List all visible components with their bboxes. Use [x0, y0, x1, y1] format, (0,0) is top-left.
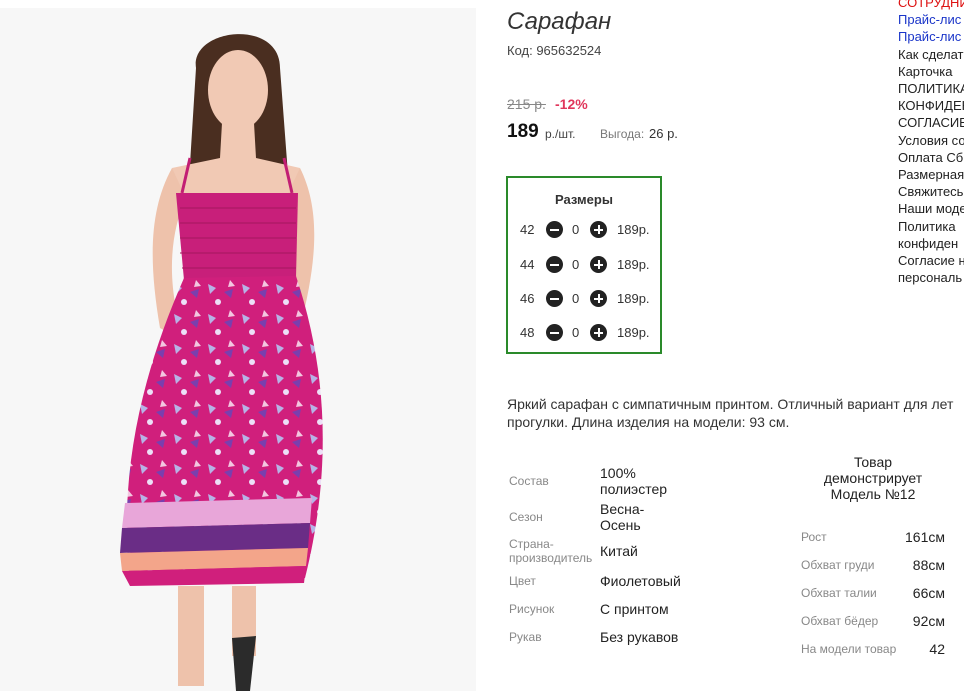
model-param-label: Обхват талии	[801, 586, 877, 600]
size-price: 189р.	[617, 257, 650, 272]
size-label: 48	[520, 325, 535, 340]
size-label: 44	[520, 257, 535, 272]
model-title-line: Модель №12	[830, 486, 916, 502]
attr-value-composition: 100% полиэстер	[600, 465, 667, 497]
size-row-46: 46 0 189р.	[518, 289, 658, 309]
sidebar-link[interactable]: Размерная	[898, 166, 964, 183]
benefit-value: 26 р.	[649, 126, 678, 141]
attr-value-line: 100%	[600, 465, 636, 481]
size-label: 46	[520, 291, 535, 306]
plus-icon[interactable]	[590, 290, 607, 307]
attr-label-composition: Состав	[509, 474, 549, 488]
size-price: 189р.	[617, 222, 650, 237]
model-param-value: 88см	[912, 557, 945, 573]
product-code: Код: 965632524	[507, 43, 602, 58]
size-row-48: 48 0 189р.	[518, 323, 658, 343]
model-param-value: 161см	[905, 529, 945, 545]
sidebar-link[interactable]: Прайс-лис	[898, 11, 964, 28]
plus-icon[interactable]	[590, 256, 607, 273]
quantity-value: 0	[572, 291, 580, 306]
size-price: 189р.	[617, 291, 650, 306]
sizes-title: Размеры	[555, 192, 613, 207]
attr-label-country: Страна- производитель	[509, 537, 592, 565]
sidebar-link[interactable]: Карточка	[898, 63, 964, 80]
attr-label-color: Цвет	[509, 574, 536, 588]
product-description: Яркий сарафан с симпатичным принтом. Отл…	[507, 395, 964, 431]
model-param-value: 42	[929, 641, 945, 657]
size-selector: Размеры 42 0 189р. 44 0 189р. 46 0 189р.…	[506, 176, 662, 354]
size-row-44: 44 0 189р.	[518, 255, 658, 275]
model-param-label: Рост	[801, 530, 827, 544]
attr-label-season: Сезон	[509, 510, 543, 524]
sidebar-link[interactable]: Свяжитесь	[898, 183, 964, 200]
sidebar-link[interactable]: Прайс-лис	[898, 28, 964, 45]
model-title-line: Товар	[853, 454, 893, 470]
sidebar-link[interactable]: СОГЛАСИЕ	[898, 114, 964, 131]
price-unit: р./шт.	[545, 127, 576, 141]
sidebar-link[interactable]: ПОЛИТИКА	[898, 80, 964, 97]
model-param-value: 66см	[912, 585, 945, 601]
sidebar-link[interactable]: конфиден	[898, 235, 964, 252]
attr-value-line: Весна-	[600, 501, 645, 517]
size-row-42: 42 0 189р.	[518, 220, 658, 240]
sidebar-link[interactable]: Оплата Сб	[898, 149, 964, 166]
size-price: 189р.	[617, 325, 650, 340]
size-label: 42	[520, 222, 535, 237]
quantity-value: 0	[572, 222, 580, 237]
minus-icon[interactable]	[546, 221, 563, 238]
attr-value-country: Китай	[600, 543, 638, 559]
model-title: Товар демонстрирует Модель №12	[800, 454, 946, 502]
description-line: прогулки. Длина изделия на модели: 93 см…	[507, 414, 790, 430]
model-param-label: Обхват груди	[801, 558, 875, 572]
model-title-line: демонстрирует	[823, 470, 923, 486]
sidebar-link[interactable]: Согласие н	[898, 252, 964, 269]
attr-value-line: полиэстер	[600, 481, 668, 497]
attr-label-line: производитель	[509, 551, 593, 565]
benefit-label: Выгода:	[600, 127, 645, 141]
minus-icon[interactable]	[546, 324, 563, 341]
quantity-value: 0	[572, 257, 580, 272]
sidebar-link[interactable]: Как сделат	[898, 46, 964, 63]
old-price: 215 р.	[507, 96, 546, 112]
product-photo[interactable]	[0, 8, 476, 691]
model-in-dress-image	[120, 34, 323, 691]
discount-badge: -12%	[555, 96, 588, 112]
attr-value-color: Фиолетовый	[600, 573, 681, 589]
attr-value-pattern: С принтом	[600, 601, 669, 617]
model-param-label: На модели товар	[801, 642, 897, 656]
description-line: Яркий сарафан с симпатичным принтом. Отл…	[507, 396, 954, 412]
sidebar-link[interactable]: Условия со	[898, 132, 964, 149]
model-param-label: Обхват бёдер	[801, 614, 879, 628]
quantity-value: 0	[572, 325, 580, 340]
sidebar-links: СОТРУДНИ Прайс-лис Прайс-лис Как сделат …	[898, 0, 964, 286]
sidebar-link[interactable]: Политика	[898, 218, 964, 235]
attr-value-season: Весна- Осень	[600, 501, 644, 533]
attr-value-sleeve: Без рукавов	[600, 629, 679, 645]
plus-icon[interactable]	[590, 221, 607, 238]
sidebar-link[interactable]: персональ	[898, 269, 964, 286]
sidebar-link[interactable]: КОНФИДЕН	[898, 97, 964, 114]
attr-label-pattern: Рисунок	[509, 602, 555, 616]
model-param-value: 92см	[912, 613, 945, 629]
sidebar-link[interactable]: Наши моде	[898, 200, 964, 217]
sidebar-link[interactable]: СОТРУДНИ	[898, 0, 964, 11]
product-title: Сарафан	[507, 8, 612, 35]
minus-icon[interactable]	[546, 256, 563, 273]
plus-icon[interactable]	[590, 324, 607, 341]
attr-label-line: Страна-	[509, 537, 554, 551]
attr-label-sleeve: Рукав	[509, 630, 542, 644]
current-price: 189	[507, 121, 539, 142]
minus-icon[interactable]	[546, 290, 563, 307]
attr-value-line: Осень	[600, 517, 641, 533]
